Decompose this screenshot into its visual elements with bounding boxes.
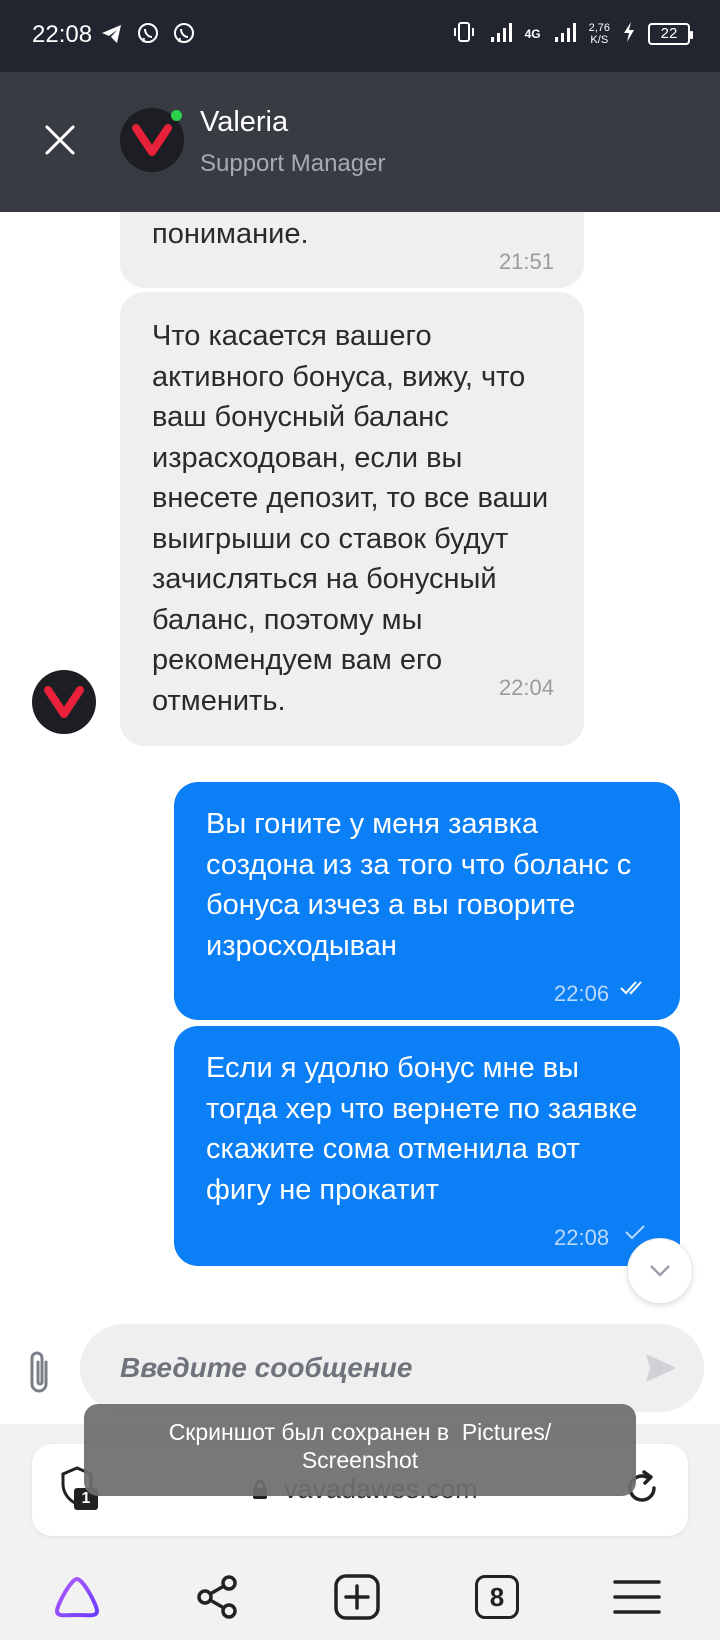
toast-line-2: Screenshot <box>301 1447 419 1473</box>
toast-line-1: Скриншот был сохранен в Pictures/ <box>168 1419 552 1445</box>
menu-button[interactable] <box>612 1572 662 1622</box>
agent-avatar <box>120 108 184 172</box>
message-bubble-outgoing: Вы гоните у меня заявка создона из за то… <box>174 782 680 1020</box>
net-speed: 2,76 K/S <box>588 21 610 46</box>
close-icon <box>45 125 75 155</box>
new-tab-button[interactable] <box>332 1572 382 1622</box>
message-time: 22:08 <box>554 1225 610 1250</box>
chevron-down-icon <box>650 1265 670 1277</box>
check-icon <box>625 1225 645 1240</box>
signal-icon <box>489 21 513 46</box>
message-time: 22:04 <box>498 675 554 700</box>
charging-icon <box>622 21 636 46</box>
message-text: Что касается вашего активного бонуса, ви… <box>152 320 549 717</box>
tabs-button[interactable]: 8 <box>472 1572 522 1622</box>
status-right: 4G 2,76 K/S 22 <box>451 20 693 47</box>
screenshot-saved-toast: Скриншот был сохранен в Pictures/ Screen… <box>84 1404 636 1496</box>
plus-square-icon <box>334 1574 380 1620</box>
paperclip-icon <box>30 1351 48 1393</box>
message-bubble-incoming: понимание. 21:51 <box>120 212 584 288</box>
tabs-count: 8 <box>475 1575 519 1619</box>
hamburger-menu-icon <box>613 1580 661 1614</box>
network-type-label: 4G <box>524 26 541 41</box>
scroll-down-button[interactable] <box>627 1238 693 1304</box>
message-input[interactable] <box>80 1324 704 1412</box>
message-text: понимание. <box>152 218 309 250</box>
message-bubble-outgoing: Если я удолю бонус мне вы тогда хер что … <box>174 1026 680 1266</box>
message-text: Если я удолю бонус мне вы тогда хер что … <box>206 1052 638 1206</box>
viber-icon <box>136 22 160 51</box>
chat-header: Valeria Support Manager <box>0 72 720 212</box>
message-text: Вы гоните у меня заявка создона из за то… <box>206 808 632 962</box>
agent-avatar <box>32 670 96 734</box>
alice-icon <box>54 1576 100 1618</box>
message-list[interactable]: понимание. 21:51 Что касается вашего акт… <box>0 212 720 1312</box>
share-icon <box>197 1575 237 1619</box>
close-button[interactable] <box>36 116 84 164</box>
share-button[interactable] <box>192 1572 242 1622</box>
online-status-dot <box>171 110 182 121</box>
bottom-navigation: 8 <box>0 1562 720 1640</box>
attach-button[interactable] <box>22 1348 62 1398</box>
message-time: 21:51 <box>498 249 554 274</box>
message-time: 22:06 <box>554 981 610 1006</box>
message-bubble-incoming: Что касается вашего активного бонуса, ви… <box>120 292 584 746</box>
vavada-logo-icon <box>44 686 84 718</box>
telegram-icon <box>100 22 124 51</box>
battery-indicator: 22 <box>648 22 693 45</box>
agent-role: Support Manager <box>200 150 386 177</box>
send-icon <box>646 1354 676 1382</box>
signal-icon-2 <box>553 21 577 46</box>
vavada-logo-icon <box>132 124 172 156</box>
agent-name: Valeria <box>200 106 289 138</box>
vibrate-icon <box>451 20 477 47</box>
viber-icon-2 <box>172 22 196 51</box>
alice-button[interactable] <box>52 1572 102 1622</box>
double-check-icon <box>620 981 642 995</box>
status-bar: 22:08 4G 2,76 K/S 22 <box>0 0 720 72</box>
send-button[interactable] <box>644 1352 680 1386</box>
notification-icons <box>100 22 196 51</box>
status-time: 22:08 <box>32 21 93 48</box>
